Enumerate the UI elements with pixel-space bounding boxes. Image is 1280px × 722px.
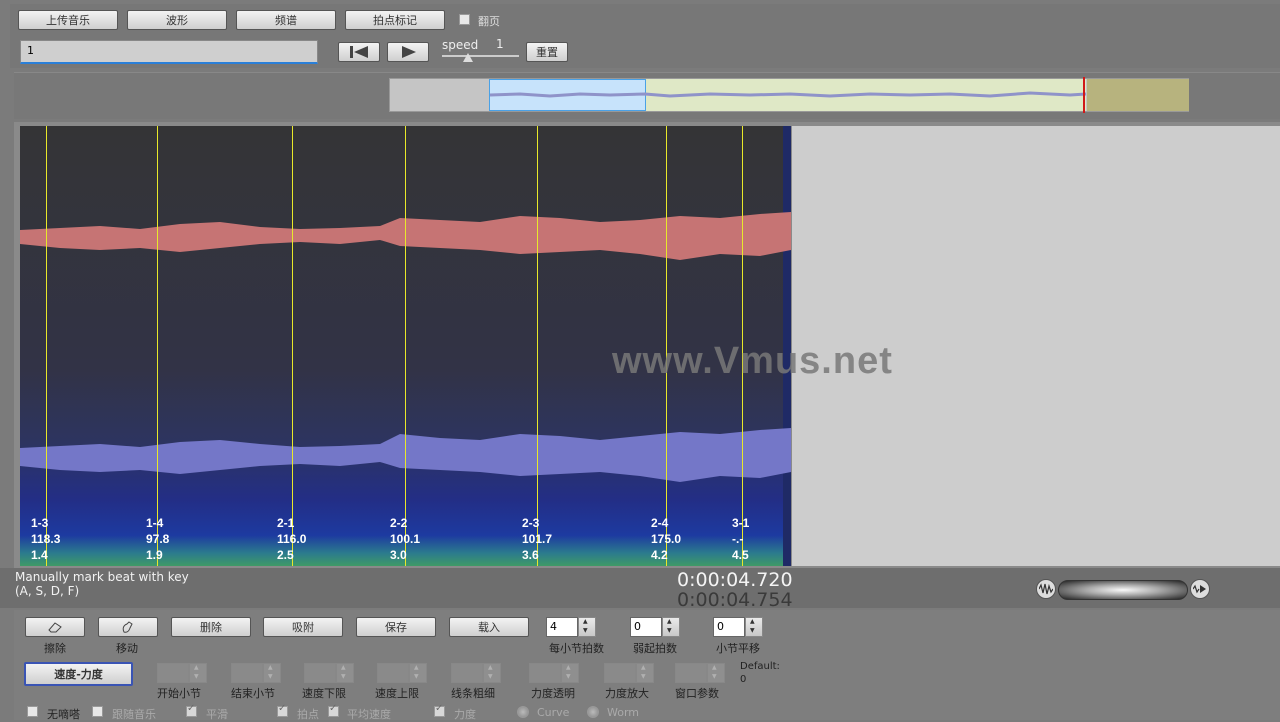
worm-label: Worm bbox=[607, 706, 640, 719]
beat-label: 3-1 -.- 4.5 bbox=[732, 516, 750, 562]
default-label: Default: bbox=[740, 661, 780, 672]
speed-slider[interactable] bbox=[442, 55, 519, 57]
follow-music-checkbox[interactable] bbox=[92, 706, 103, 717]
speed-slider-thumb[interactable] bbox=[463, 53, 473, 62]
beats-per-bar-label: 每小节拍数 bbox=[549, 642, 604, 655]
load-button[interactable]: 载入 bbox=[449, 617, 529, 637]
beat-label: 1-3 118.3 1.4 bbox=[31, 516, 61, 562]
play-icon bbox=[402, 46, 416, 58]
erase-button[interactable] bbox=[25, 617, 85, 637]
delete-button[interactable]: 删除 bbox=[171, 617, 251, 637]
overview-remaining-region bbox=[1087, 79, 1189, 111]
snap-button[interactable]: 吸附 bbox=[263, 617, 343, 637]
line-width-label: 线条粗细 bbox=[451, 687, 495, 700]
reset-button[interactable]: 重置 bbox=[526, 42, 568, 62]
save-button[interactable]: 保存 bbox=[356, 617, 436, 637]
speed-label: speed bbox=[442, 38, 479, 52]
beat-line[interactable] bbox=[292, 126, 293, 566]
tempo-dynamics-button[interactable]: 速度-力度 bbox=[24, 662, 133, 686]
waveform-button[interactable]: 波形 bbox=[127, 10, 227, 30]
waveform-icon[interactable] bbox=[1036, 579, 1056, 599]
page-turn-label: 翻页 bbox=[478, 15, 500, 28]
move-label: 移动 bbox=[116, 642, 138, 655]
pickup-beats-label: 弱起拍数 bbox=[633, 642, 677, 655]
tempo-lower-label: 速度下限 bbox=[302, 687, 346, 700]
hint-line-1: Manually mark beat with key bbox=[15, 570, 189, 584]
beat-label: 2-1 116.0 2.5 bbox=[277, 516, 307, 562]
previous-button[interactable] bbox=[338, 42, 380, 62]
beat-label: 2-2 100.1 3.0 bbox=[390, 516, 421, 562]
upload-music-button[interactable]: 上传音乐 bbox=[18, 10, 118, 30]
fast-forward-icon[interactable] bbox=[1190, 579, 1210, 599]
move-button[interactable] bbox=[98, 617, 158, 637]
smooth-checkbox[interactable] bbox=[186, 703, 197, 717]
hint-line-2: (A, S, D, F) bbox=[15, 584, 80, 598]
beat-label: 2-3 101.7 3.6 bbox=[522, 516, 553, 562]
curve-label: Curve bbox=[537, 706, 570, 719]
beat-point-checkbox[interactable] bbox=[277, 703, 288, 717]
start-bar-label: 开始小节 bbox=[157, 687, 201, 700]
move-hand-icon bbox=[122, 621, 133, 633]
end-bar-label: 结束小节 bbox=[231, 687, 275, 700]
current-time: 0:00:04.720 bbox=[677, 569, 793, 591]
overview-playhead[interactable] bbox=[1083, 77, 1085, 113]
no-tick-checkbox[interactable] bbox=[27, 706, 38, 717]
window-param-label: 窗口参数 bbox=[675, 687, 719, 700]
play-button[interactable] bbox=[387, 42, 429, 62]
beat-label: 2-4 175.0 4.2 bbox=[651, 516, 682, 562]
beat-line[interactable] bbox=[537, 126, 538, 566]
beat-mark-button[interactable]: 拍点标记 bbox=[345, 10, 445, 30]
speed-value: 1 bbox=[496, 37, 504, 51]
dynamics-zoom-label: 力度放大 bbox=[605, 687, 649, 700]
volume-slider[interactable] bbox=[1058, 580, 1188, 600]
skip-back-icon bbox=[350, 46, 368, 58]
curve-radio[interactable] bbox=[517, 706, 529, 718]
page-turn-checkbox[interactable] bbox=[459, 14, 470, 25]
beat-line[interactable] bbox=[157, 126, 158, 566]
beat-label: 1-4 97.8 1.9 bbox=[146, 516, 170, 562]
bar-offset-label: 小节平移 bbox=[716, 642, 760, 655]
dynamics-opacity-label: 力度透明 bbox=[531, 687, 575, 700]
dynamics-checkbox[interactable] bbox=[434, 703, 445, 717]
text-input[interactable]: 1 bbox=[20, 40, 318, 64]
watermark: www.Vmus.net bbox=[612, 340, 893, 382]
worm-radio[interactable] bbox=[587, 706, 599, 718]
total-time: 0:00:04.754 bbox=[677, 589, 793, 611]
default-value: 0 bbox=[740, 674, 747, 685]
tempo-upper-label: 速度上限 bbox=[375, 687, 419, 700]
spectrum-button[interactable]: 频谱 bbox=[236, 10, 336, 30]
beat-line[interactable] bbox=[405, 126, 406, 566]
beat-line[interactable] bbox=[46, 126, 47, 566]
eraser-icon bbox=[48, 622, 62, 633]
overview-waveform bbox=[490, 91, 1087, 98]
avg-tempo-checkbox[interactable] bbox=[328, 703, 339, 717]
erase-label: 擦除 bbox=[44, 642, 66, 655]
